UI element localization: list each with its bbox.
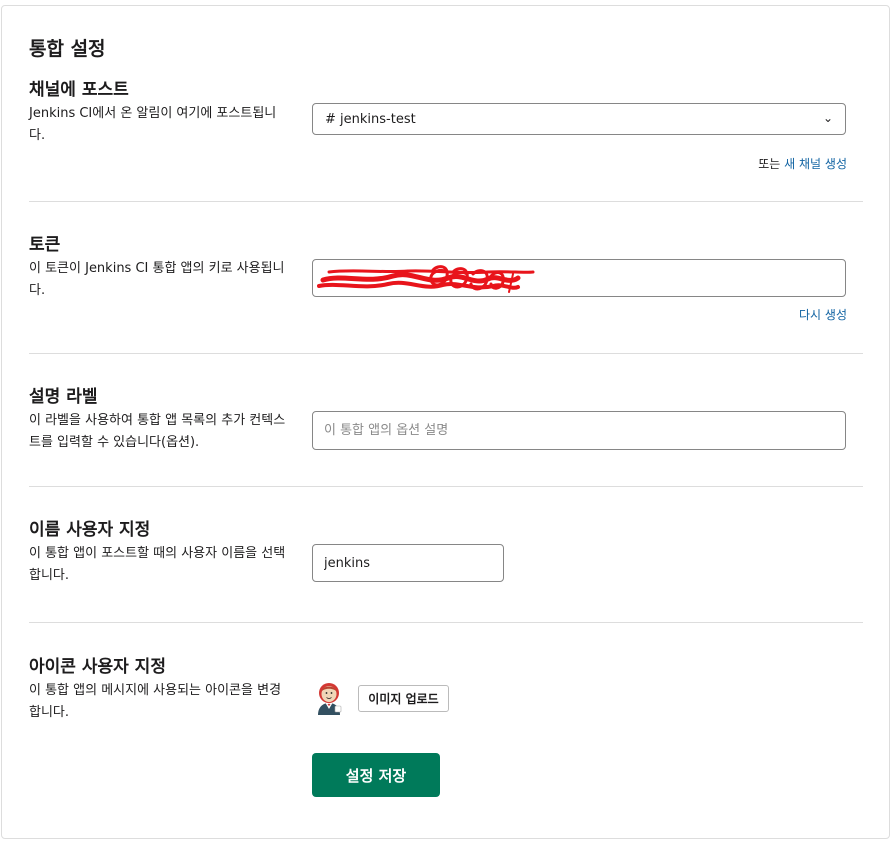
chevron-down-icon: ⌄	[822, 111, 833, 125]
divider	[29, 622, 863, 623]
description-label-description: 이 라벨을 사용하여 통합 앱 목록의 추가 컨텍스트를 입력할 수 있습니다(…	[29, 413, 286, 450]
jenkins-butler-icon	[318, 683, 342, 715]
or-text: 또는	[758, 157, 781, 171]
page-title: 통합 설정	[29, 38, 106, 60]
create-channel-link[interactable]: 새 채널 생성	[784, 157, 847, 171]
custom-name-title: 이름 사용자 지정	[29, 520, 151, 540]
custom-icon-title: 아이콘 사용자 지정	[29, 657, 166, 677]
create-channel-line: 또는 새 채널 생성	[758, 155, 847, 172]
token-redaction-scribble	[317, 265, 535, 293]
channel-select[interactable]: # jenkins-test ⌄	[312, 103, 846, 135]
divider	[29, 486, 863, 487]
upload-image-button[interactable]: 이미지 업로드	[358, 685, 449, 712]
regenerate-token-link[interactable]: 다시 생성	[799, 308, 847, 322]
save-settings-button[interactable]: 설정 저장	[312, 753, 440, 797]
custom-name-description: 이 통합 앱이 포스트할 때의 사용자 이름을 선택합니다.	[29, 546, 286, 583]
divider	[29, 201, 863, 202]
channel-select-value: # jenkins-test	[325, 111, 416, 127]
regenerate-line: 다시 생성	[799, 306, 847, 323]
post-channel-title: 채널에 포스트	[29, 80, 129, 100]
description-label-input[interactable]	[312, 411, 846, 450]
post-channel-description: Jenkins CI에서 온 알림이 여기에 포스트됩니다.	[29, 106, 277, 143]
username-input[interactable]	[312, 544, 504, 582]
token-title: 토큰	[29, 235, 61, 255]
divider	[29, 353, 863, 354]
description-label-title: 설명 라벨	[29, 387, 98, 407]
token-field[interactable]	[312, 259, 846, 297]
token-description: 이 토큰이 Jenkins CI 통합 앱의 키로 사용됩니다.	[29, 261, 285, 298]
custom-icon-description: 이 통합 앱의 메시지에 사용되는 아이콘을 변경합니다.	[29, 683, 282, 720]
